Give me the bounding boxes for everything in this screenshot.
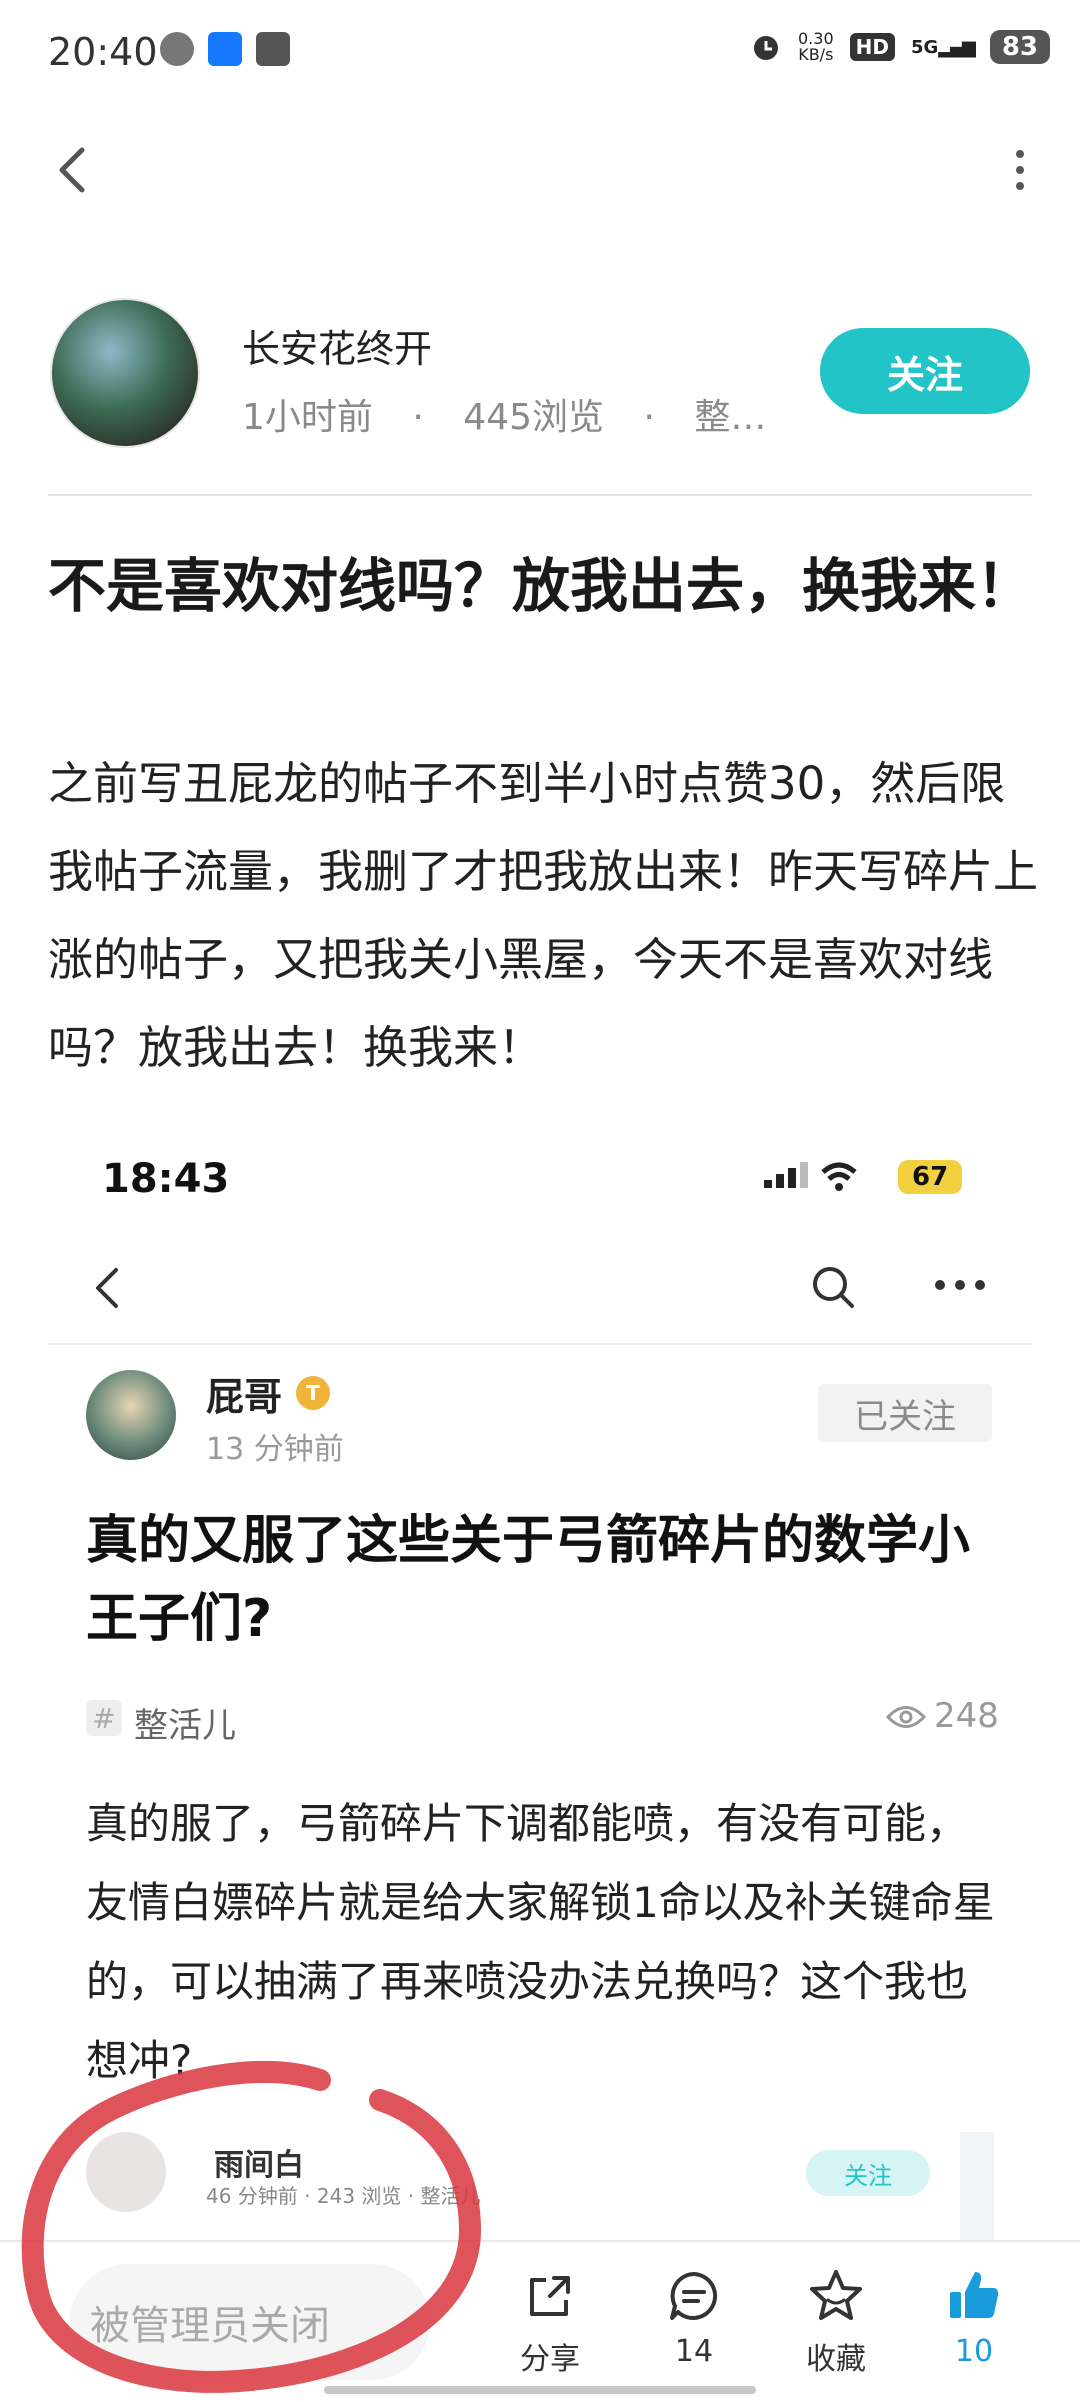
alipay-icon <box>256 32 290 66</box>
embedded-post-title: 真的又服了这些关于弓箭碎片的数学小王子们? <box>86 1511 971 1649</box>
post-category: 整… <box>694 397 767 438</box>
alarm-icon <box>754 36 778 60</box>
embedded-author-avatar <box>86 1370 176 1460</box>
post-time: 1小时前 <box>242 397 373 438</box>
embedded-rec-avatar <box>86 2132 166 2212</box>
embedded-level-badge-icon: T <box>296 1376 330 1410</box>
embedded-eye-icon <box>885 1702 927 1732</box>
embedded-author-name: 屁哥 <box>206 1375 283 1419</box>
embedded-rec-meta: 46 分钟前 · 243 浏览 · 整活儿 <box>206 2184 481 2208</box>
chevron-left-icon <box>59 147 85 193</box>
like-count: 10 <box>954 2334 994 2369</box>
share-icon <box>530 2276 570 2316</box>
more-options-button[interactable] <box>990 140 1050 200</box>
embedded-divider <box>48 1343 1032 1345</box>
cloud-icon <box>160 32 194 66</box>
network-speed: 0.30 KB/s <box>798 29 834 64</box>
embedded-back-icon <box>86 1258 126 1318</box>
status-time: 20:40 <box>48 30 158 74</box>
embedded-signal-icon <box>764 1160 859 1194</box>
post-title: 不是喜欢对线吗？放我出去，换我来！ <box>48 552 1035 620</box>
post-body: 之前写丑屁龙的帖子不到半小时点赞30，然后限我帖子流量，我删了才把我放出来！昨天… <box>48 757 1039 1074</box>
collect-label: 收藏 <box>806 2342 866 2377</box>
hd-badge: HD <box>849 33 895 61</box>
author-avatar[interactable] <box>50 298 200 448</box>
comment-input-disabled: 被管理员关闭 <box>70 2264 430 2380</box>
share-label: 分享 <box>520 2342 580 2377</box>
embedded-cellular-icon <box>764 1162 808 1188</box>
status-notification-icons <box>160 32 290 66</box>
like-button[interactable]: 10 <box>914 2266 1034 2386</box>
embedded-tag: 整活儿 <box>134 1706 236 1746</box>
share-button[interactable]: 分享 <box>490 2266 610 2386</box>
post-meta: 1小时前 · 445浏览 · 整… <box>242 397 767 438</box>
embedded-search-icon <box>808 1262 858 1312</box>
comment-button[interactable]: 14 <box>634 2266 754 2386</box>
status-right-icons: 0.30 KB/s HD 5G▂▄▆ 83 <box>750 30 1050 64</box>
star-icon <box>810 2270 862 2320</box>
battery-indicator: 83 <box>989 30 1050 64</box>
follow-button[interactable]: 关注 <box>820 328 1030 414</box>
embedded-hashtag-icon: # <box>86 1700 122 1736</box>
embedded-rec-follow: 关注 <box>806 2150 930 2196</box>
embedded-rec-scroll-edge <box>960 2132 994 2240</box>
embedded-author-time: 13 分钟前 <box>206 1432 344 1467</box>
embedded-status-time: 18:43 <box>102 1156 230 1202</box>
post-views: 445浏览 <box>463 397 604 438</box>
status-bar: 20:40 0.30 KB/s HD 5G▂▄▆ 83 <box>0 0 1080 110</box>
header-divider <box>48 494 1032 496</box>
signal-indicator: 5G▂▄▆ <box>910 36 976 58</box>
embedded-post-body: 真的服了，弓箭碎片下调都能喷，有没有可能，友情白嫖碎片就是给大家解锁1命以及补关… <box>86 1799 995 2085</box>
embedded-more-icon <box>930 1270 990 1300</box>
home-indicator[interactable] <box>324 2386 756 2394</box>
more-vertical-icon <box>1016 150 1024 190</box>
embedded-wifi-icon <box>821 1162 857 1191</box>
embedded-rec-name: 雨间白 <box>214 2148 304 2183</box>
back-button[interactable] <box>44 140 104 200</box>
comment-count: 14 <box>674 2334 714 2369</box>
send-app-icon <box>208 32 242 66</box>
embedded-battery: 67 <box>898 1160 963 1194</box>
thumbs-up-icon <box>950 2272 999 2318</box>
embedded-followed-badge: 已关注 <box>818 1384 992 1442</box>
collect-button[interactable]: 收藏 <box>776 2266 896 2386</box>
embedded-views: 248 <box>934 1696 999 1736</box>
comment-icon <box>670 2272 718 2320</box>
author-name[interactable]: 长安花终开 <box>242 318 432 373</box>
